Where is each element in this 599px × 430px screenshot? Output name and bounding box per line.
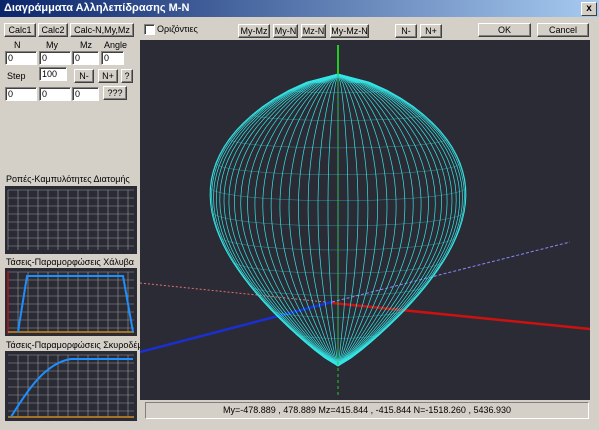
cancel-button[interactable]: Cancel — [537, 23, 589, 37]
horizontal-checkbox[interactable] — [144, 24, 155, 35]
window-title: Διαγράμματα Αλληλεπίδρασης Μ-Ν — [4, 2, 190, 14]
angle-label: Angle — [104, 40, 128, 50]
step-label: Step — [7, 71, 26, 81]
title-bar: Διαγράμματα Αλληλεπίδρασης Μ-Ν x — [0, 0, 599, 17]
n-minus-button[interactable]: N- — [395, 24, 417, 38]
step-n-minus-button[interactable]: N- — [74, 69, 94, 83]
calc2-button[interactable]: Calc2 — [38, 23, 68, 37]
result3-input[interactable]: 0 — [72, 87, 99, 101]
concrete-curve — [10, 358, 133, 418]
moment-curvature-grid — [7, 189, 134, 250]
steel-stress-strain-chart — [7, 271, 134, 334]
steel-stress-strain-title: Τάσεις-Παραμορφώσεις Χάλυβα — [6, 257, 135, 267]
mz-axis-negative — [331, 241, 571, 303]
ok-button[interactable]: OK — [478, 23, 531, 37]
mz-label: Mz — [80, 40, 92, 50]
concrete-stress-strain-chart — [8, 354, 134, 418]
n-plus-button[interactable]: N+ — [420, 24, 442, 38]
surface-meridian — [219, 73, 339, 367]
result1-input[interactable]: 0 — [5, 87, 37, 101]
status-bar: My=-478.889 , 478.889 Mz=415.844 , -415.… — [145, 402, 589, 419]
mz-n-button[interactable]: Mz-N — [301, 24, 326, 38]
n-label: N — [14, 40, 21, 50]
my-axis-positive — [331, 301, 591, 331]
result2-input[interactable]: 0 — [39, 87, 71, 101]
horizontal-label: Οριζόντιες — [157, 24, 198, 34]
moment-curvature-title: Ροπές-Καμπυλότητες Διατομής — [6, 174, 130, 184]
step-input[interactable]: 100 — [39, 67, 67, 81]
my-label: My — [46, 40, 58, 50]
help-button[interactable]: ? — [121, 69, 133, 83]
surface-meridian — [223, 73, 339, 367]
my-input[interactable]: 0 — [39, 51, 71, 65]
my-mz-n-button[interactable]: My-Mz-N — [330, 24, 369, 38]
close-button[interactable]: x — [581, 2, 597, 16]
more-button[interactable]: ??? — [103, 86, 127, 100]
interaction-diagram-svg — [139, 45, 591, 398]
concrete-stress-strain-plot — [5, 351, 137, 421]
my-mz-button[interactable]: My-Mz — [238, 24, 270, 38]
surface-meridian — [327, 73, 339, 367]
moment-curvature-plot — [5, 186, 137, 254]
step-n-plus-button[interactable]: N+ — [98, 69, 118, 83]
calc1-button[interactable]: Calc1 — [4, 23, 36, 37]
surface-meridian — [337, 73, 453, 367]
steel-stress-strain-plot — [5, 268, 137, 336]
my-n-button[interactable]: My-N — [273, 24, 298, 38]
n-input[interactable]: 0 — [5, 51, 37, 65]
calc-n-my-mz-button[interactable]: Calc-N,My,Mz — [70, 23, 134, 37]
surface-meridian — [337, 73, 349, 367]
mz-input[interactable]: 0 — [72, 51, 99, 65]
mz-axis-positive — [139, 300, 333, 354]
angle-input[interactable]: 0 — [101, 51, 124, 65]
interaction-diagram-view[interactable] — [139, 40, 591, 400]
concrete-stress-strain-title: Τάσεις-Παραμορφώσεις Σκυροδέμ. — [6, 340, 146, 350]
surface-meridian — [337, 73, 457, 367]
